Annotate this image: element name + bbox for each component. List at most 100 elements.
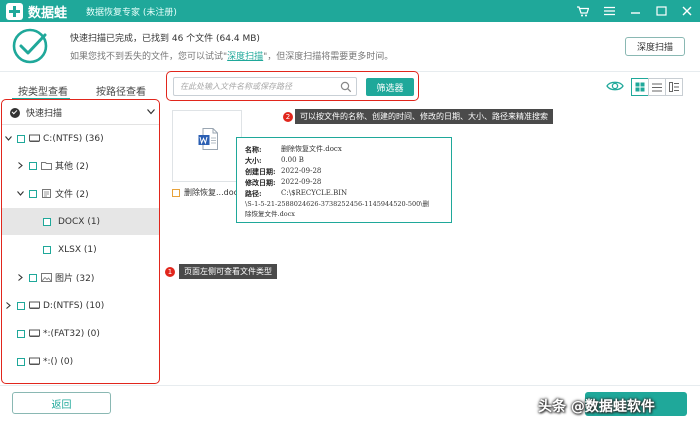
word-document-icon (198, 128, 218, 150)
tree-item-other[interactable]: 其他 (2) (2, 152, 159, 179)
drive-icon (29, 329, 40, 337)
tree-item-label: *:(FAT32) (0) (43, 328, 100, 339)
tree-item-d-drive[interactable]: D:(NTFS) (10) (2, 292, 159, 319)
title-bar: 数据蛙 数据恢复专家 (未注册) (0, 0, 700, 22)
folder-icon (41, 162, 52, 170)
drive-icon (29, 301, 40, 309)
tree-item-unknown-drive[interactable]: *:() (0) (2, 348, 159, 375)
tree-item-xlsx[interactable]: XLSX (1) (2, 236, 159, 263)
tree-item-label: C:(NTFS) (36) (43, 133, 104, 144)
checkbox[interactable] (29, 273, 37, 282)
detail-view-icon[interactable] (665, 78, 683, 96)
file-item[interactable]: 删除恢复...docx (172, 187, 243, 198)
chevron-down-icon[interactable] (4, 134, 13, 143)
app-name: 数据蛙 (28, 6, 68, 21)
view-mode-switch (631, 78, 683, 96)
tree-item-fat32-drive[interactable]: *:(FAT32) (0) (2, 320, 159, 347)
tree-item-label: 其他 (2) (55, 162, 89, 172)
tree-row-quick-scan[interactable]: 快速扫描 (2, 101, 159, 124)
checkbox[interactable] (43, 217, 51, 226)
scan-complete-check-icon (12, 28, 48, 64)
tooltip-row: 名称: 删除恢复文件.docx (245, 144, 443, 155)
search-box[interactable] (173, 77, 357, 96)
chevron-right-icon[interactable] (16, 161, 25, 170)
quick-scan-label: 快速扫描 (26, 109, 63, 119)
deep-scan-link[interactable]: 深度扫描 (227, 52, 263, 62)
hint-prefix: 如果您找不到丢失的文件，您可以试试" (70, 52, 228, 62)
bottom-divider (0, 385, 700, 386)
tooltip-path-line: \S-1-5-21-2588024626-3738252456-11459445… (245, 200, 429, 208)
tree-item-docx[interactable]: DOCX (1) (2, 208, 159, 235)
search-icon[interactable] (340, 81, 352, 93)
deep-scan-hint: 如果您找不到丢失的文件，您可以试试"深度扫描"，但深度扫描将需要更多时间。 (70, 49, 393, 62)
tooltip-row: 创建日期: 2022-09-28 (245, 166, 443, 177)
annotation-search-tip: 2 可以按文件的名称、创建的时间、修改的日期、大小、路径来精准搜索 (283, 109, 553, 124)
checkbox[interactable] (43, 245, 51, 254)
scan-status-panel: 快速扫描已完成，已找到 46 个文件 (64.4 MB) 如果您找不到丢失的文件… (0, 22, 700, 72)
chevron-down-icon[interactable] (16, 189, 25, 198)
chevron-right-icon[interactable] (4, 301, 13, 310)
tooltip-row: 修改日期: 2022-09-28 (245, 177, 443, 188)
scan-result-text: 快速扫描已完成，已找到 46 个文件 (64.4 MB) (70, 34, 260, 44)
tree-item-label: 文件 (2) (55, 190, 89, 200)
annotation-number: 1 (165, 266, 175, 277)
tree-item-label: *:() (0) (43, 356, 74, 367)
view-tabs: 按类型查看 按路径查看 (0, 78, 162, 100)
cart-icon[interactable] (570, 0, 596, 22)
drive-icon (29, 357, 40, 365)
checkbox[interactable] (29, 189, 37, 198)
checkbox[interactable] (29, 161, 37, 170)
tooltip-value: C:\$RECYCLE.BIN (281, 189, 348, 197)
close-icon[interactable] (674, 0, 700, 22)
annotation-type-tip: 1 页面左侧可查看文件类型 (165, 264, 277, 279)
maximize-icon[interactable] (648, 0, 674, 22)
tree-item-images[interactable]: 图片 (32) (2, 264, 159, 291)
tooltip-value: 2022-09-28 (281, 167, 322, 175)
tree-item-label: 图片 (32) (55, 274, 95, 284)
tooltip-row: 大小: 0.00 B (245, 155, 443, 166)
watermark: 头条 @数据蛙软件 (538, 399, 655, 415)
chevron-down-icon[interactable] (147, 109, 155, 115)
tab-by-path[interactable]: 按路径查看 (96, 83, 146, 98)
hint-suffix: "，但深度扫描将需要更多时间。 (263, 52, 394, 62)
file-checkbox[interactable] (172, 188, 180, 197)
tree-item-documents[interactable]: 文件 (2) (2, 180, 159, 207)
tooltip-value: 删除恢复文件.docx (281, 145, 342, 153)
cross-logo-icon (6, 3, 23, 20)
back-button[interactable]: 返回 (12, 392, 111, 414)
tooltip-key: 名称: (245, 145, 262, 154)
grid-view-icon[interactable] (631, 78, 649, 96)
tree-item-label: D:(NTFS) (10) (43, 300, 105, 311)
image-icon (41, 273, 52, 282)
checkbox[interactable] (17, 301, 25, 310)
file-name: 删除恢复...docx (184, 188, 243, 197)
tooltip-key: 路径: (245, 189, 262, 198)
checkbox[interactable] (17, 357, 25, 366)
preview-eye-icon[interactable] (606, 79, 624, 93)
tooltip-path-line: 除恢复文件.docx (245, 210, 295, 218)
list-view-icon[interactable] (648, 78, 666, 96)
app-logo: 数据蛙 (6, 2, 67, 21)
checkbox[interactable] (17, 134, 25, 143)
menu-icon[interactable] (596, 0, 622, 22)
filter-button[interactable]: 筛选器 (366, 78, 414, 96)
tree-item-c-drive[interactable]: C:(NTFS) (36) (2, 125, 159, 152)
search-input[interactable] (174, 78, 356, 95)
deep-scan-button[interactable]: 深度扫描 (625, 37, 685, 56)
tooltip-key: 大小: (245, 156, 262, 165)
tab-by-type[interactable]: 按类型查看 (18, 83, 68, 98)
tree-item-label: XLSX (1) (58, 244, 97, 255)
tooltip-key: 修改日期: (245, 178, 276, 187)
annotation-number: 2 (283, 111, 293, 122)
window-controls (570, 0, 700, 22)
drive-icon (29, 134, 40, 142)
tree-item-label: DOCX (1) (58, 216, 101, 227)
tooltip-key: 创建日期: (245, 167, 276, 176)
file-info-tooltip: 名称: 删除恢复文件.docx 大小: 0.00 B 创建日期: 2022-09-28… (236, 137, 452, 223)
document-icon (42, 189, 51, 198)
checkbox[interactable] (17, 329, 25, 338)
chevron-right-icon[interactable] (16, 273, 25, 282)
minimize-icon[interactable] (622, 0, 648, 22)
annotation-text: 可以按文件的名称、创建的时间、修改的日期、大小、路径来精准搜索 (295, 109, 553, 124)
tooltip-value: 2022-09-28 (281, 178, 322, 186)
